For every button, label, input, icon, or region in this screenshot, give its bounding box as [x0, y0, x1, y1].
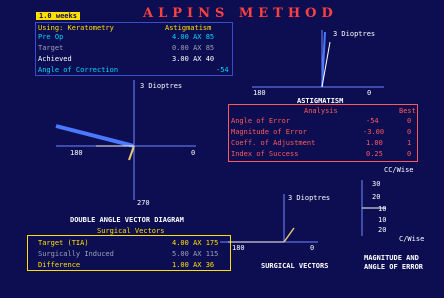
magnitude-caption-line1: MAGNITUDE AND [364, 254, 419, 262]
target-tia-value: 4.00 AX 175 [172, 239, 219, 247]
astigmatism-tick-left: 180 [253, 89, 266, 97]
magnitude-tick-2: 10 [378, 205, 387, 213]
double-angle-scale: 3 Dioptres [140, 82, 183, 90]
double-angle-tick-left: 180 [70, 149, 83, 157]
surgical-plot-tick-left: 180 [232, 244, 245, 252]
target-tia-label: Target (TIA) [38, 239, 89, 247]
alpins-screen: 1.0 weeks ALPINS METHOD Using: Keratomet… [0, 0, 444, 298]
surgical-vectors-title: Surgical Vectors [97, 227, 165, 235]
double-angle-vector-preop [55, 124, 135, 148]
magnitude-tick-4: 20 [378, 226, 387, 234]
surgical-plot-tick-right: 0 [310, 244, 315, 252]
surgical-plot-scale: 3 Dioptres [288, 194, 331, 202]
magnitude-caption-line2: ANGLE OF ERROR [364, 263, 424, 271]
difference-value: 1.00 AX 36 [172, 261, 215, 269]
double-angle-caption: DOUBLE ANGLE VECTOR DIAGRAM [70, 216, 184, 224]
astigmatism-scale: 3 Dioptres [333, 30, 376, 38]
magnitude-tick-3: 10 [378, 216, 387, 224]
difference-label: Difference [38, 261, 81, 269]
double-angle-tick-right: 0 [191, 149, 196, 157]
magnitude-tick-0: 30 [372, 180, 381, 188]
magnitude-tick-1: 20 [372, 193, 381, 201]
magnitude-bottom-label: C/Wise [399, 235, 425, 243]
astigmatism-caption: ASTIGMATISM [297, 97, 344, 105]
double-angle-tick-bottom: 270 [137, 199, 150, 207]
surgically-induced-value: 5.00 AX 115 [172, 250, 219, 258]
astigmatism-tick-right: 0 [367, 89, 372, 97]
surgical-vector-difference [283, 227, 295, 243]
double-angle-vector-achieved [128, 145, 135, 161]
surgical-plot-caption: SURGICAL VECTORS [261, 262, 329, 270]
surgically-induced-label: Surgically Induced [38, 250, 114, 258]
magnitude-top-label: CC/Wise [384, 166, 414, 174]
